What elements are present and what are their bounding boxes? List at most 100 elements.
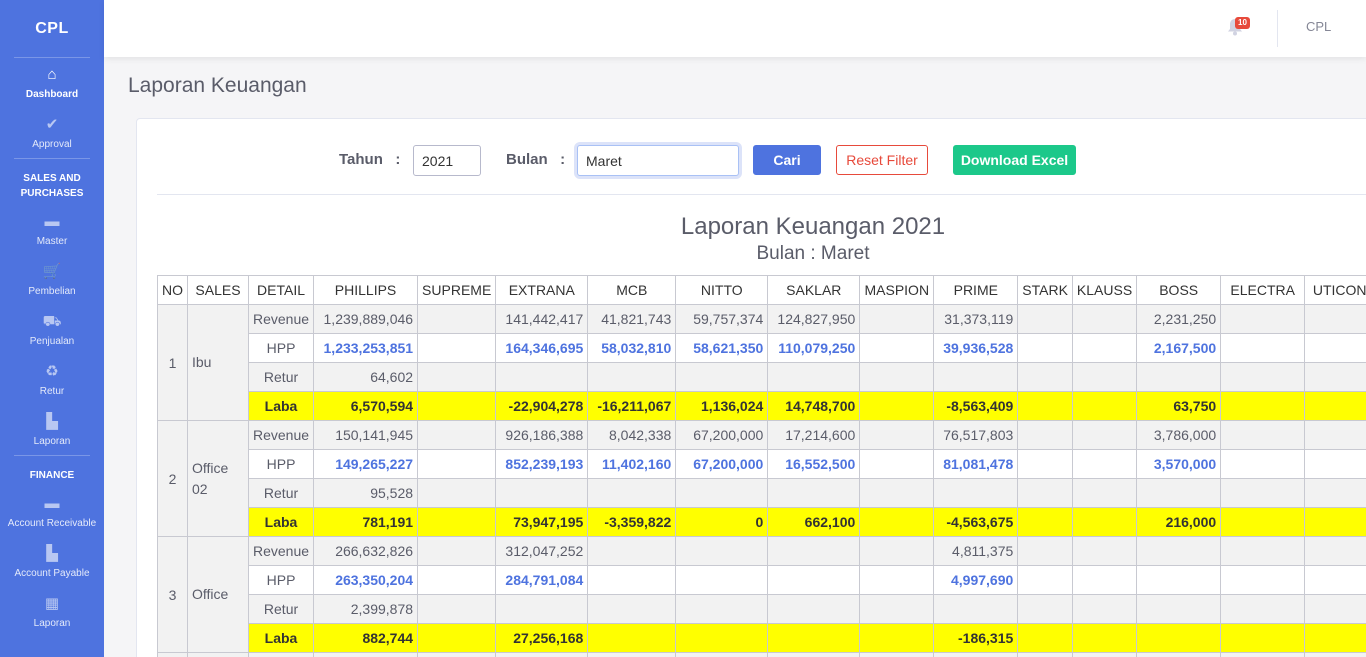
bulan-input[interactable] xyxy=(577,145,739,176)
tahun-label: Tahun : xyxy=(339,151,401,168)
sidebar-item-dashboard[interactable]: ⌂ Dashboard xyxy=(0,58,104,108)
value-cell xyxy=(417,594,497,624)
value-cell xyxy=(675,565,769,595)
value-cell xyxy=(1220,362,1306,392)
value-cell xyxy=(1136,565,1222,595)
row-number: 1 xyxy=(157,304,188,421)
value-cell: 266,632,826 xyxy=(313,536,419,566)
detail-label: Retur xyxy=(247,594,315,624)
detail-label: Laba xyxy=(247,507,315,537)
value-cell xyxy=(1017,362,1073,392)
download-excel-button[interactable]: Download Excel xyxy=(953,145,1076,175)
value-cell xyxy=(1304,652,1366,657)
value-cell xyxy=(675,536,769,566)
value-cell: 59,757,374 xyxy=(675,304,769,334)
value-cell xyxy=(1017,536,1073,566)
sidebar-item-penjualan[interactable]: ⛟ Penjualan xyxy=(0,305,104,355)
value-cell xyxy=(417,362,497,392)
sidebar-item-pembelian[interactable]: 🛒 Pembelian xyxy=(0,255,104,305)
search-button[interactable]: Cari xyxy=(753,145,821,175)
value-cell xyxy=(1304,420,1366,450)
value-cell xyxy=(1136,478,1222,508)
value-cell xyxy=(495,594,589,624)
sidebar-item-retur[interactable]: ♻ Retur xyxy=(0,355,104,405)
value-cell: -22,904,278 xyxy=(495,391,589,421)
notification-badge: 10 xyxy=(1235,17,1250,29)
value-cell xyxy=(417,391,497,421)
value-cell xyxy=(1304,333,1366,363)
sidebar-item-laporan[interactable]: ▙ Laporan xyxy=(0,405,104,455)
value-cell: 1,239,889,046 xyxy=(313,304,419,334)
detail-label: Laba xyxy=(247,391,315,421)
sidebar-item-account-payable[interactable]: ▙ Account Payable xyxy=(0,537,104,587)
value-cell: 17,214,600 xyxy=(767,420,861,450)
sales-name: Ibu xyxy=(187,304,249,421)
sidebar-item-label: Retur xyxy=(39,386,65,397)
value-cell xyxy=(859,478,935,508)
value-cell xyxy=(859,304,935,334)
value-cell xyxy=(495,478,589,508)
value-cell: 781,191 xyxy=(313,507,419,537)
sidebar-item-approval[interactable]: ✔ Approval xyxy=(0,108,104,158)
table-row: Revenue46,617,189 384,699,618 4,098,687 35,… xyxy=(157,652,1366,657)
column-header-extrana: EXTRANA xyxy=(495,275,589,305)
value-cell xyxy=(1304,623,1366,653)
reset-filter-button[interactable]: Reset Filter xyxy=(836,145,928,175)
detail-label: Revenue xyxy=(247,652,315,657)
brand-logo[interactable]: CPL xyxy=(0,0,104,57)
value-cell: 41,821,743 xyxy=(587,304,677,334)
value-cell xyxy=(1017,478,1073,508)
user-menu[interactable]: CPL xyxy=(1306,19,1331,34)
sales-name: Office 02 xyxy=(187,420,249,537)
value-cell xyxy=(1017,594,1073,624)
value-cell: 141,442,417 xyxy=(495,304,589,334)
sidebar-item-laporan[interactable]: ▦ Laporan xyxy=(0,587,104,637)
sidebar-item-account-receivable[interactable]: ▬ Account Receivable xyxy=(0,487,104,537)
value-cell: 76,517,803 xyxy=(933,420,1019,450)
value-cell xyxy=(1220,304,1306,334)
value-cell xyxy=(1304,536,1366,566)
value-cell xyxy=(1304,304,1366,334)
value-cell xyxy=(767,594,861,624)
value-cell: 8,042,338 xyxy=(587,420,677,450)
value-cell: 64,602 xyxy=(313,362,419,392)
column-header-no: NO xyxy=(157,275,188,305)
value-cell xyxy=(1136,536,1222,566)
sidebar-item-label: Approval xyxy=(32,139,72,150)
column-header-phillips: PHILLIPS xyxy=(313,275,419,305)
value-cell: -4,563,675 xyxy=(933,507,1019,537)
value-cell xyxy=(1136,594,1222,624)
value-cell xyxy=(859,333,935,363)
value-cell xyxy=(675,623,769,653)
sidebar-item-master[interactable]: ▬ Master xyxy=(0,205,104,255)
value-cell: 263,350,204 xyxy=(313,565,419,595)
value-cell xyxy=(1220,449,1306,479)
value-cell: 2,399,878 xyxy=(313,594,419,624)
value-cell xyxy=(417,623,497,653)
value-cell: 35,803,868 xyxy=(933,652,1019,657)
value-cell: 384,699,618 xyxy=(495,652,589,657)
value-cell xyxy=(859,420,935,450)
value-cell xyxy=(1304,391,1366,421)
value-cell xyxy=(587,565,677,595)
column-header-maspion: MASPION xyxy=(859,275,935,305)
tahun-input[interactable] xyxy=(413,145,481,176)
value-cell xyxy=(767,565,861,595)
column-header-stark: STARK xyxy=(1017,275,1073,305)
value-cell xyxy=(1304,594,1366,624)
value-cell xyxy=(1220,507,1306,537)
column-header-boss: BOSS xyxy=(1136,275,1222,305)
value-cell xyxy=(495,362,589,392)
value-cell xyxy=(417,536,497,566)
report-title: Laporan Keuangan 2021 xyxy=(680,213,946,240)
value-cell xyxy=(417,333,497,363)
section-heading-sales: SALES AND PURCHASES xyxy=(20,173,84,199)
value-cell xyxy=(417,420,497,450)
report-table-container[interactable]: NO SALES DETAIL PHILLIPS SUPREME EXTRANA MCB NI… xyxy=(157,275,1366,657)
value-cell: -16,211,067 xyxy=(587,391,677,421)
value-cell xyxy=(859,449,935,479)
value-cell xyxy=(1220,623,1306,653)
table-row: 1 Ibu Revenue 1,239,889,046 141,442,417 41,82… xyxy=(157,304,1366,421)
table-row: HPP 263,350,204 284,791,084 4,997,690 xyxy=(158,565,1366,595)
sidebar-item-label: Master xyxy=(36,236,68,247)
